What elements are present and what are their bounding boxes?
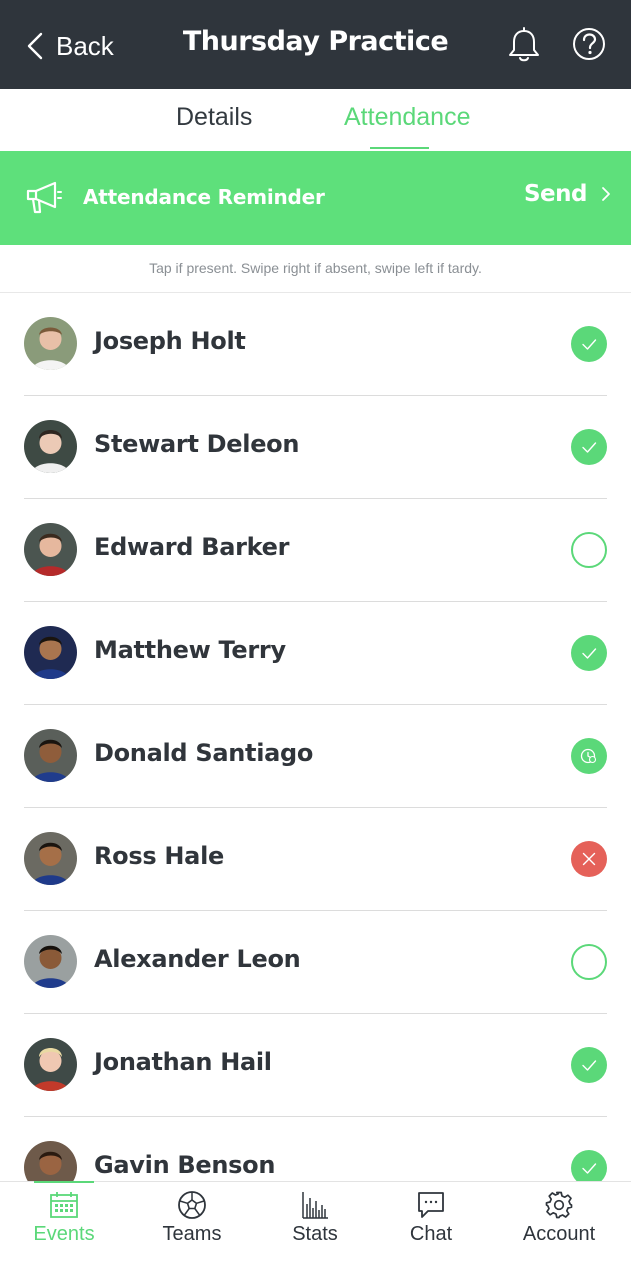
status-present-toggle[interactable] <box>571 326 607 362</box>
status-tardy-toggle[interactable] <box>571 738 607 774</box>
tab-label: Events <box>33 1223 95 1245</box>
tab-label: Account <box>522 1223 596 1245</box>
calendar-icon <box>50 1192 78 1218</box>
gear-icon <box>545 1191 573 1219</box>
checkmark-icon <box>582 339 597 350</box>
avatar <box>24 729 77 782</box>
player-name: Alexander Leon <box>94 945 301 973</box>
tab-details[interactable]: Details <box>176 103 252 132</box>
checkmark-icon <box>582 1163 597 1174</box>
tab-teams[interactable]: Teams <box>129 1182 255 1281</box>
attendance-reminder-banner[interactable]: Attendance Reminder Send <box>0 151 631 245</box>
tab-chat[interactable]: Chat <box>368 1182 494 1281</box>
player-name: Edward Barker <box>94 533 290 561</box>
x-icon <box>582 852 596 866</box>
status-absent-toggle[interactable] <box>571 841 607 877</box>
list-item[interactable]: Matthew Terry <box>0 602 631 705</box>
player-name: Ross Hale <box>94 842 224 870</box>
avatar <box>24 420 77 473</box>
player-name: Stewart Deleon <box>94 430 300 458</box>
list-item[interactable]: Jonathan Hail <box>0 1014 631 1117</box>
list-item[interactable]: Joseph Holt <box>0 293 631 396</box>
status-present-toggle[interactable] <box>571 429 607 465</box>
bottom-tab-bar: Events Teams Stats Chat Account <box>0 1181 631 1281</box>
tab-label: Teams <box>162 1223 222 1245</box>
player-name: Matthew Terry <box>94 636 286 664</box>
top-navigation-bar: Back Thursday Practice <box>0 0 631 89</box>
soccer-ball-icon <box>178 1191 206 1219</box>
send-button[interactable]: Send <box>524 181 611 207</box>
status-unmarked-toggle[interactable] <box>571 532 607 568</box>
status-present-toggle[interactable] <box>571 1047 607 1083</box>
avatar <box>24 1141 77 1181</box>
list-item[interactable]: Gavin Benson <box>0 1117 631 1181</box>
list-item[interactable]: Alexander Leon <box>0 911 631 1014</box>
segment-tabs: Details Attendance <box>0 89 631 152</box>
avatar <box>24 523 77 576</box>
chat-bubble-icon <box>418 1192 444 1218</box>
avatar <box>24 317 77 370</box>
attendance-list: Joseph Holt Stewart Deleon Edward Barker… <box>0 293 631 1181</box>
list-item[interactable]: Edward Barker <box>0 499 631 602</box>
bell-icon[interactable] <box>507 27 541 63</box>
tab-stats[interactable]: Stats <box>252 1182 378 1281</box>
chevron-right-icon <box>602 187 610 201</box>
tab-attendance[interactable]: Attendance <box>344 103 471 132</box>
active-tab-indicator <box>370 147 429 149</box>
avatar <box>24 626 77 679</box>
avatar <box>24 1038 77 1091</box>
player-name: Jonathan Hail <box>94 1048 272 1076</box>
player-name: Donald Santiago <box>94 739 314 767</box>
list-item[interactable]: Ross Hale <box>0 808 631 911</box>
list-item[interactable]: Donald Santiago <box>0 705 631 808</box>
player-name: Joseph Holt <box>94 327 246 355</box>
tab-label: Stats <box>292 1223 338 1245</box>
tab-account[interactable]: Account <box>496 1182 622 1281</box>
status-present-toggle[interactable] <box>571 635 607 671</box>
send-label: Send <box>523 181 588 207</box>
player-name: Gavin Benson <box>94 1151 276 1179</box>
help-icon[interactable] <box>572 27 606 61</box>
instructions-text: Tap if present. Swipe right if absent, s… <box>0 245 631 293</box>
checkmark-icon <box>582 1060 597 1071</box>
avatar <box>24 832 77 885</box>
checkmark-icon <box>582 648 597 659</box>
status-unmarked-toggle[interactable] <box>571 944 607 980</box>
clock-tardy-icon <box>580 748 597 764</box>
megaphone-icon <box>26 181 62 214</box>
status-present-toggle[interactable] <box>571 1150 607 1181</box>
avatar <box>24 935 77 988</box>
checkmark-icon <box>582 442 597 453</box>
tab-label: Chat <box>409 1223 453 1245</box>
list-item[interactable]: Stewart Deleon <box>0 396 631 499</box>
reminder-label: Attendance Reminder <box>83 185 325 209</box>
tab-events[interactable]: Events <box>1 1182 127 1281</box>
bar-chart-icon <box>302 1192 328 1219</box>
